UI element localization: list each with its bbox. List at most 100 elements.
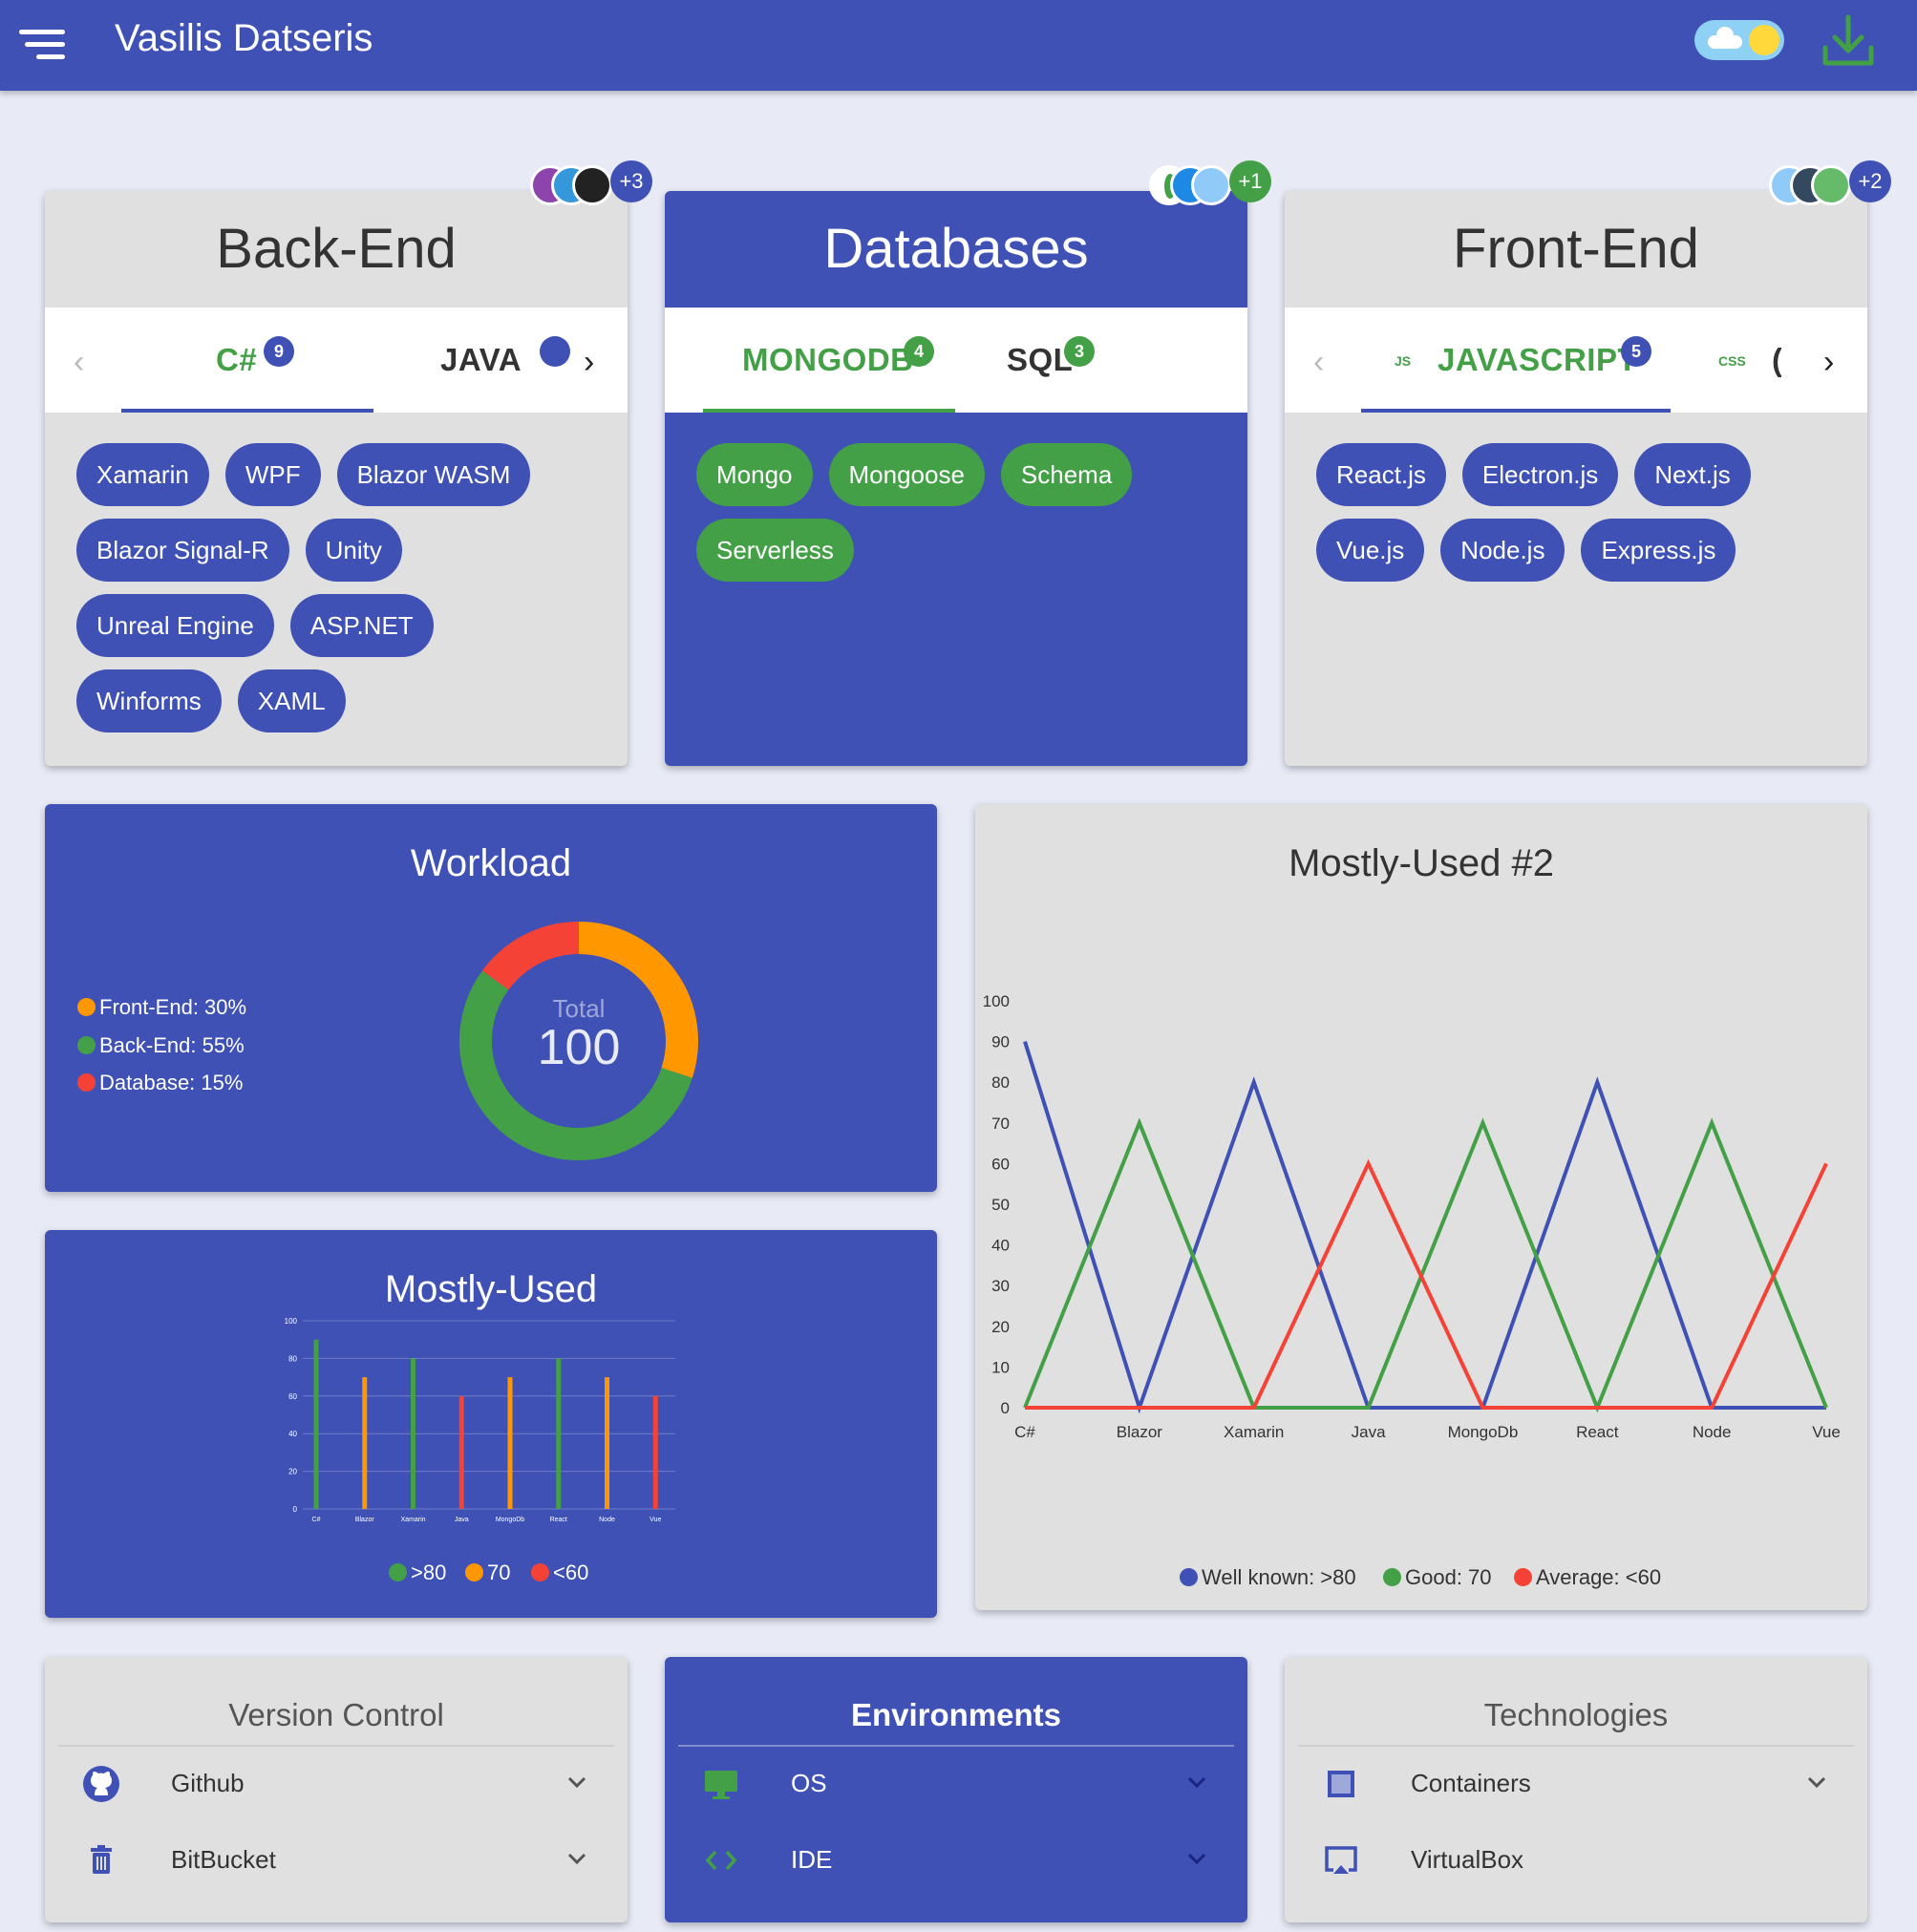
chip[interactable]: Blazor Signal-R [76, 519, 289, 582]
list-title: Version Control [228, 1697, 444, 1732]
list-title: Technologies [1483, 1697, 1669, 1732]
tab-csharp[interactable]: C# 9 [121, 308, 373, 413]
x-tick-label: Vue [1812, 1423, 1841, 1441]
chip[interactable]: Xamarin [76, 443, 209, 506]
tabs-next-arrow-icon[interactable]: › [580, 344, 599, 381]
bar [556, 1358, 562, 1509]
tab-java[interactable]: JAVA [398, 308, 599, 413]
databases-more-count: +1 [1229, 160, 1271, 202]
tab-label: JAVASCRIPT [1438, 342, 1638, 377]
tab-count-badge [540, 336, 570, 367]
chip[interactable]: Unreal Engine [76, 594, 274, 657]
back-end-avatar-group[interactable]: +3 [530, 160, 654, 210]
y-tick-label: 90 [991, 1033, 1010, 1051]
cast-icon [1325, 1846, 1357, 1874]
chip[interactable]: Winforms [76, 669, 222, 732]
code-icon [705, 1850, 737, 1871]
legend-above-80[interactable]: >80 [389, 1560, 446, 1585]
databases-avatar-group[interactable]: +1 [1149, 160, 1273, 210]
tab-sql[interactable]: SQL 3 [970, 308, 1219, 413]
bar [362, 1377, 368, 1509]
list-item-label: VirtualBox [1411, 1845, 1524, 1874]
tab-indicator [703, 409, 955, 413]
menu-icon[interactable] [17, 26, 67, 64]
chip[interactable]: Express.js [1581, 519, 1736, 582]
list-item-containers[interactable]: Containers [1285, 1745, 1867, 1821]
y-tick-label: 60 [991, 1155, 1010, 1173]
tab-css[interactable]: CSS ( [1686, 308, 1781, 413]
x-tick-label: Xamarin [1224, 1423, 1284, 1441]
tab-label: JAVA [440, 342, 522, 377]
chevron-down-icon[interactable] [566, 1848, 587, 1869]
bar [411, 1358, 415, 1509]
legend-label: >80 [411, 1560, 447, 1584]
front-end-chips: React.js Electron.js Next.js Vue.js Node.js E… [1316, 443, 1848, 594]
tabs-prev-arrow-icon[interactable]: ‹ [74, 344, 84, 381]
x-tick-label: C# [1014, 1423, 1035, 1441]
chevron-down-icon[interactable] [1806, 1772, 1827, 1793]
chip[interactable]: Next.js [1634, 443, 1751, 506]
line-chart: 0 10 20 30 40 50 60 70 80 90 100 C# Blazor Xamarin Jav… [983, 992, 1841, 1441]
donut-chart: Total 100 [459, 922, 698, 1160]
chip[interactable]: Schema [1000, 443, 1133, 506]
x-tick-label: React [1576, 1423, 1619, 1441]
sql-avatar [1191, 165, 1231, 205]
legend-70[interactable]: 70 [465, 1560, 510, 1585]
download-icon[interactable] [1819, 11, 1878, 71]
legend-below-60[interactable]: <60 [531, 1560, 588, 1585]
square-icon [1328, 1771, 1354, 1797]
chip[interactable]: Blazor WASM [336, 443, 531, 506]
chip[interactable]: React.js [1316, 443, 1446, 506]
x-tick-label: Blazor [355, 1517, 375, 1523]
chip[interactable]: ASP.NET [289, 594, 434, 657]
list-item-label: BitBucket [171, 1845, 276, 1874]
tab-label: SQL [1007, 342, 1074, 377]
bar [507, 1377, 513, 1509]
legend-well-known[interactable]: Well known: >80 [1180, 1565, 1356, 1590]
legend-good[interactable]: Good: 70 [1383, 1565, 1492, 1590]
list-item-label: IDE [791, 1845, 833, 1874]
mostly-used-card: Mostly-Used 0 20 40 60 80 100 C# Blazor Xamarin J… [45, 1230, 937, 1618]
tab-mongodb[interactable]: MONGODB 4 [703, 308, 955, 413]
chip[interactable]: WPF [224, 443, 321, 506]
list-item-os[interactable]: OS [665, 1745, 1247, 1821]
chip[interactable]: Electron.js [1461, 443, 1619, 506]
chip[interactable]: Mongoose [828, 443, 985, 506]
tabs-next-arrow-icon[interactable]: › [1820, 344, 1839, 381]
chevron-down-icon[interactable] [1186, 1772, 1207, 1793]
tab-javascript[interactable]: JS JAVASCRIPT 5 [1361, 308, 1671, 413]
chip[interactable]: Vue.js [1316, 519, 1425, 582]
chip[interactable]: XAML [237, 669, 346, 732]
legend-dot [465, 1563, 483, 1582]
x-tick-label: C# [312, 1517, 321, 1523]
front-end-more-count: +2 [1849, 160, 1891, 202]
theme-toggle[interactable] [1694, 20, 1784, 60]
chip[interactable]: Node.js [1440, 519, 1566, 582]
series-line [1025, 1158, 1828, 1410]
environments-card: Environments OS IDE [665, 1657, 1247, 1922]
monitor-icon [705, 1771, 737, 1799]
back-end-chips: Xamarin WPF Blazor WASM Blazor Signal-R Unit… [76, 443, 608, 745]
github-icon [83, 1766, 119, 1802]
back-end-card: Back-End ‹ C# 9 JAVA › Xamarin WPF Blazor … [45, 191, 628, 766]
x-tick-label: Java [1352, 1423, 1386, 1441]
x-tick-label: Node [1693, 1423, 1732, 1441]
tab-indicator [121, 409, 373, 413]
list-item-github[interactable]: Github [45, 1745, 628, 1821]
x-tick-label: Node [599, 1517, 615, 1523]
bar [605, 1377, 609, 1509]
series-line [1023, 1117, 1828, 1413]
chevron-down-icon[interactable] [566, 1772, 587, 1793]
list-item-bitbucket[interactable]: BitBucket [45, 1821, 628, 1898]
front-end-avatar-group[interactable]: +2 [1769, 160, 1893, 210]
chevron-down-icon[interactable] [1186, 1848, 1207, 1869]
legend-average[interactable]: Average: <60 [1514, 1565, 1661, 1590]
list-item-ide[interactable]: IDE [665, 1821, 1247, 1898]
chip[interactable]: Unity [305, 519, 402, 582]
tabs-prev-arrow-icon[interactable]: ‹ [1313, 344, 1324, 381]
chip[interactable]: Mongo [696, 443, 813, 506]
y-tick-label: 20 [288, 1468, 297, 1476]
tab-label: MONGODB [742, 342, 914, 377]
list-item-virtualbox[interactable]: VirtualBox [1285, 1821, 1867, 1898]
chip[interactable]: Serverless [696, 519, 854, 582]
